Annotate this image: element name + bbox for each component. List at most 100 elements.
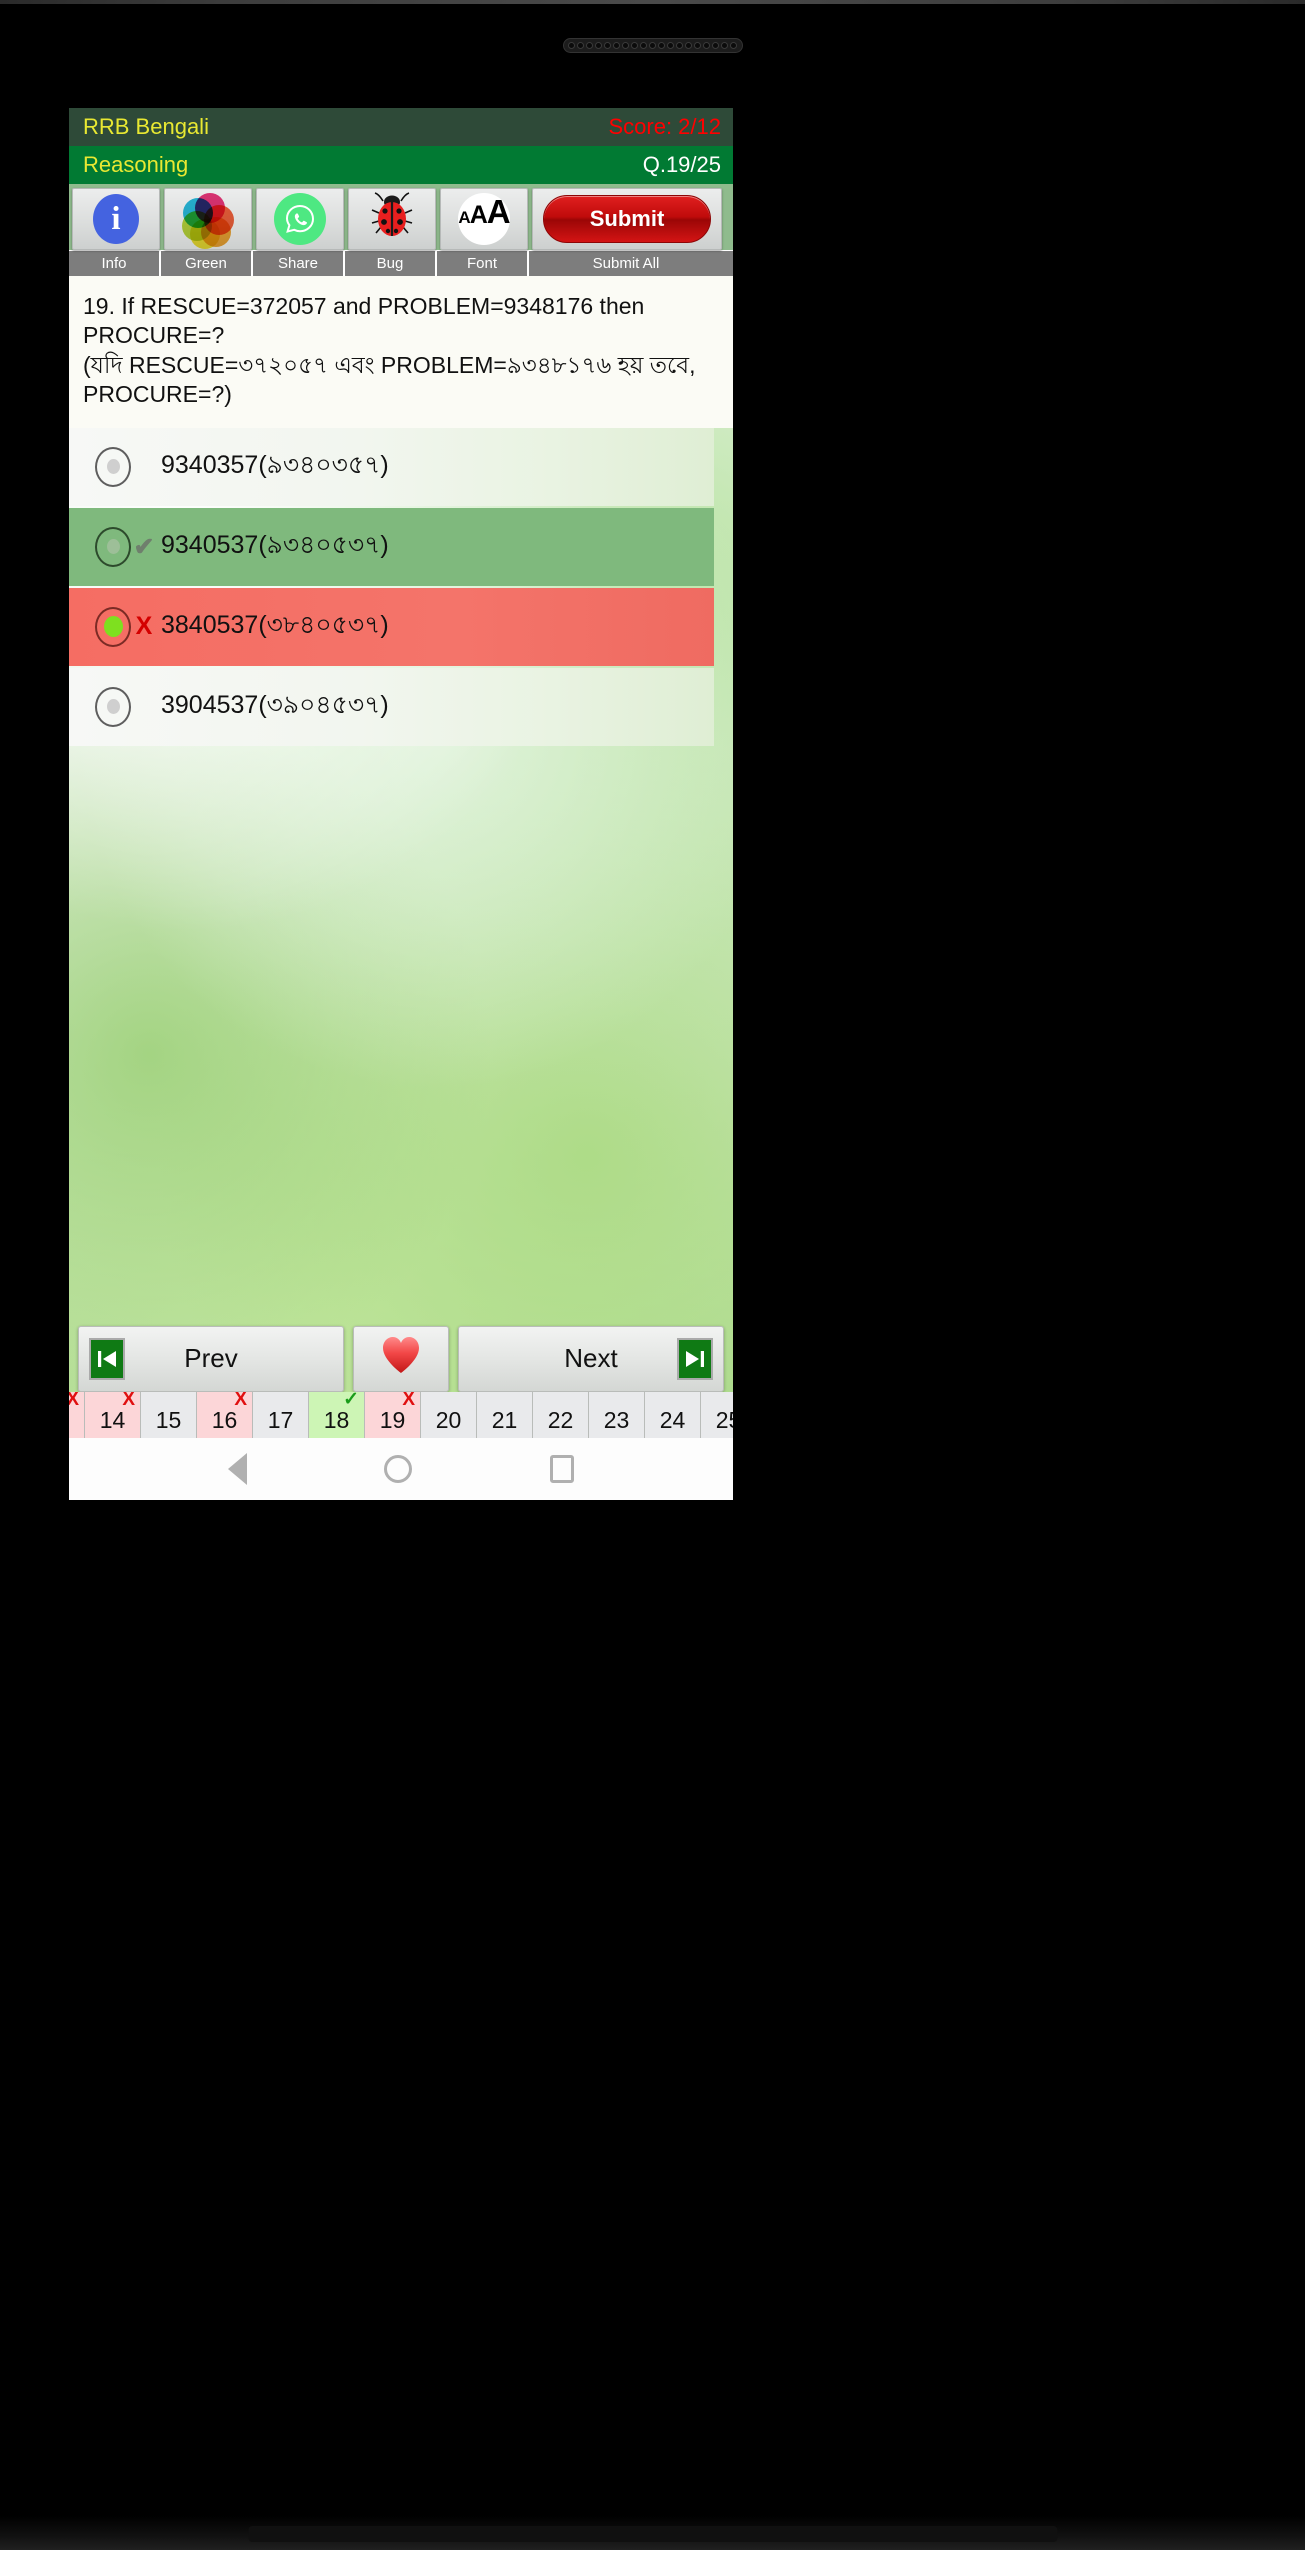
question-number-cell[interactable]: X <box>69 1391 85 1438</box>
question-number-label: 25 <box>715 1406 733 1433</box>
question-number-label: 23 <box>603 1406 630 1433</box>
question-number-cell[interactable]: X 19 <box>365 1391 421 1438</box>
answer-option-label: 9340537(৯৩৪০৫৩৭) <box>161 531 389 560</box>
subject-bar: Reasoning Q.19/25 <box>69 146 733 184</box>
info-button[interactable]: i <box>72 188 160 250</box>
speaker-hole <box>676 42 684 49</box>
question-number-cell[interactable]: 23 <box>589 1391 645 1438</box>
question-number-cell[interactable]: 20 <box>421 1391 477 1438</box>
question-number-cell[interactable]: 25 <box>701 1391 733 1438</box>
phone-device: RRB Bengali Score: 2/12 Reasoning Q.19/2… <box>0 0 1305 2550</box>
speaker-hole <box>712 42 720 49</box>
bug-report-button[interactable] <box>348 188 436 250</box>
question-line-3: (যদি RESCUE=৩৭২০৫৭ এবং PROBLEM=৯৩৪৮১৭৬ হ… <box>83 351 696 378</box>
question-number-cell[interactable]: 17 <box>253 1391 309 1438</box>
speaker-hole <box>648 42 656 49</box>
question-line-1: 19. If RESCUE=372057 and PROBLEM=9348176… <box>83 293 645 319</box>
question-number-label: 19 <box>379 1406 406 1433</box>
wrong-mark-icon: X <box>135 612 153 641</box>
radio-dot <box>106 539 120 555</box>
device-bottom-edge <box>0 2516 1305 2550</box>
speaker-hole <box>621 42 629 49</box>
question-number-label: 24 <box>659 1406 686 1433</box>
toolbar-cell-info: i <box>70 186 162 250</box>
whatsapp-icon <box>274 193 326 245</box>
app-title: RRB Bengali <box>83 114 209 139</box>
radio-button[interactable] <box>95 446 131 487</box>
wrong-badge-icon: X <box>402 1391 415 1410</box>
question-panel: 19. If RESCUE=372057 and PROBLEM=9348176… <box>69 276 733 428</box>
question-number-cell[interactable]: 22 <box>533 1391 589 1438</box>
toolbar-label-bug[interactable]: Bug <box>345 251 437 276</box>
question-line-4: PROCURE=?) <box>83 381 232 408</box>
speaker-hole <box>612 42 620 49</box>
navigation-row: Prev Next <box>69 1325 733 1392</box>
speaker-hole <box>694 42 702 49</box>
radio-button[interactable] <box>95 526 131 567</box>
toolbar-icons-row: i A A A Submit <box>69 184 733 250</box>
question-counter: Q.19/25 <box>642 152 721 177</box>
speaker-hole <box>730 42 738 49</box>
back-icon[interactable] <box>227 1453 247 1485</box>
favorite-button[interactable] <box>353 1325 449 1392</box>
title-bar: RRB Bengali Score: 2/12 <box>69 108 733 146</box>
question-number-label: 22 <box>547 1406 574 1433</box>
toolbar-label-green[interactable]: Green <box>161 251 253 276</box>
toolbar-cell-font: AAA <box>438 186 530 250</box>
radio-dot <box>103 616 123 638</box>
question-number-cell[interactable]: 21 <box>477 1391 533 1438</box>
prev-button[interactable]: Prev <box>78 1325 344 1392</box>
question-number-cell[interactable]: 24 <box>645 1391 701 1438</box>
font-size-button[interactable]: AAA <box>440 188 528 250</box>
speaker-hole <box>594 42 602 49</box>
correct-mark-icon: ✔ <box>133 532 155 561</box>
answer-option[interactable]: ✔ 9340537(৯৩৪০৫৩৭) <box>69 507 714 586</box>
correct-badge-icon: ✓ <box>343 1391 359 1410</box>
question-number-label: 20 <box>435 1406 462 1433</box>
question-number-cell[interactable]: X 14 <box>85 1391 141 1438</box>
share-button[interactable] <box>256 188 344 250</box>
question-number-label: 16 <box>211 1406 238 1433</box>
toolbar-label-info[interactable]: Info <box>69 251 161 276</box>
radio-button[interactable] <box>95 606 131 647</box>
speaker-hole <box>657 42 665 49</box>
toolbar-label-font[interactable]: Font <box>437 251 529 276</box>
toolbar-cell-bug <box>346 186 438 250</box>
next-button[interactable]: Next <box>458 1325 724 1392</box>
answer-option[interactable]: X 3840537(৩৮৪০৫৩৭) <box>69 587 714 666</box>
wrong-badge-icon: X <box>122 1391 135 1410</box>
wrong-badge-icon: X <box>234 1391 247 1410</box>
ladybug-icon <box>369 191 415 247</box>
submit-button[interactable]: Submit <box>543 195 711 243</box>
toolbar: i A A A Submit Info Green Share Bug Font… <box>69 184 733 276</box>
question-number-label: 15 <box>155 1406 182 1433</box>
speaker-hole <box>585 42 593 49</box>
answer-option[interactable]: 9340357(৯৩৪০৩৫৭) <box>69 427 714 506</box>
speaker-hole <box>685 42 693 49</box>
wrong-badge-icon: X <box>69 1391 79 1410</box>
green-theme-button[interactable] <box>164 188 252 250</box>
earpiece-speaker <box>562 38 743 53</box>
answer-option[interactable]: 3904537(৩৯০৪৫৩৭) <box>69 667 714 746</box>
question-number-label: 14 <box>99 1406 126 1433</box>
radio-dot <box>106 459 120 475</box>
answer-option-label: 3840537(৩৮৪০৫৩৭) <box>161 611 389 640</box>
recents-icon[interactable] <box>550 1455 575 1483</box>
question-number-cell[interactable]: 15 <box>141 1391 197 1438</box>
speaker-hole <box>721 42 729 49</box>
toolbar-label-share[interactable]: Share <box>253 251 345 276</box>
radio-button[interactable] <box>95 686 131 727</box>
score-label: Score: 2/12 <box>608 114 721 139</box>
home-icon[interactable] <box>384 1455 413 1483</box>
question-number-strip[interactable]: XX1415X1617✓18X19202122232425 <box>69 1391 733 1438</box>
question-number-cell[interactable]: X 16 <box>197 1391 253 1438</box>
question-number-cell[interactable]: ✓ 18 <box>309 1391 365 1438</box>
toolbar-cell-green <box>162 186 254 250</box>
font-glyph-medium: A <box>469 201 488 229</box>
info-circle-icon: i <box>93 194 139 244</box>
question-line-2: PROCURE=? <box>83 322 225 349</box>
answer-option-label: 9340357(৯৩৪০৩৫৭) <box>161 451 389 480</box>
toolbar-label-submit-all[interactable]: Submit All <box>529 251 723 276</box>
device-top-edge <box>0 0 1305 4</box>
submit-button-frame[interactable]: Submit <box>532 188 722 250</box>
